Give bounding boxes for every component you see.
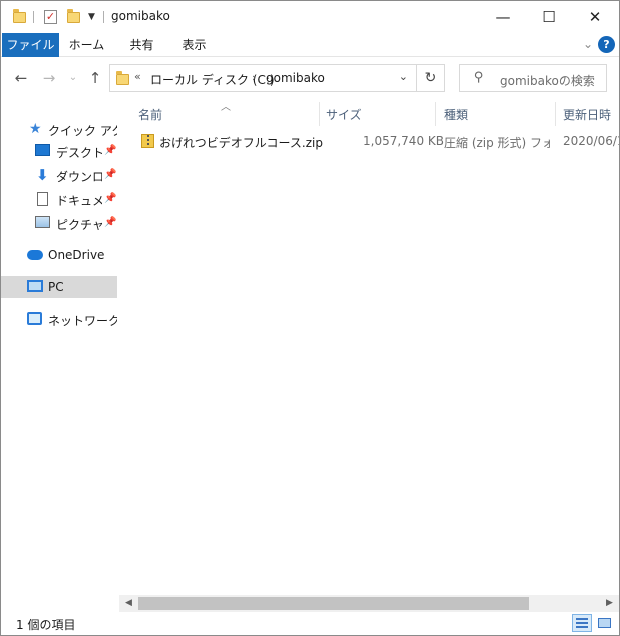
nav-item-documents[interactable]: ドキュメント 📌 bbox=[1, 188, 117, 210]
tab-file[interactable]: ファイル bbox=[2, 33, 59, 57]
download-icon: ⬇ bbox=[36, 166, 49, 184]
details-view-button[interactable] bbox=[572, 614, 592, 632]
search-box[interactable]: ⚲ gomibakoの検索 bbox=[459, 64, 607, 92]
ribbon: ファイル ホーム 共有 表示 ⌄ ? bbox=[1, 33, 619, 57]
column-header-size[interactable]: サイズ bbox=[326, 104, 362, 126]
nav-label: ネットワーク bbox=[48, 314, 117, 328]
column-divider[interactable] bbox=[555, 102, 556, 126]
nav-label: PC bbox=[48, 280, 64, 294]
recent-locations-icon[interactable]: ⌄ bbox=[63, 68, 83, 88]
separator bbox=[33, 11, 34, 23]
tab-view[interactable]: 表示 bbox=[167, 33, 222, 57]
nav-item-pictures[interactable]: ピクチャ 📌 bbox=[1, 212, 117, 234]
nav-label: ピクチャ bbox=[56, 218, 102, 232]
file-name: おげれつビデオフルコース.zip bbox=[159, 136, 323, 150]
window-title: gomibako bbox=[111, 9, 170, 23]
column-header-name[interactable]: 名前 bbox=[138, 104, 162, 126]
zip-folder-icon bbox=[141, 134, 154, 148]
nav-label: クイック アクセス bbox=[48, 124, 117, 138]
folder-icon bbox=[13, 8, 26, 25]
chevron-right-icon[interactable]: › bbox=[252, 71, 256, 84]
large-icons-view-icon bbox=[598, 618, 611, 628]
folder-icon bbox=[116, 71, 129, 85]
address-bar[interactable]: « ローカル ディスク (C:) › gomibako ⌄ bbox=[109, 64, 417, 92]
tab-share[interactable]: 共有 bbox=[114, 33, 169, 57]
file-modified: 2020/06/15 bbox=[563, 134, 619, 148]
large-icons-view-button[interactable] bbox=[594, 614, 614, 632]
nav-item-network[interactable]: ネットワーク bbox=[1, 308, 117, 330]
help-icon[interactable]: ? bbox=[598, 36, 615, 53]
star-icon: ★ bbox=[29, 121, 42, 137]
navigation-pane: ★ クイック アクセス デスクトップ 📌 ⬇ ダウンロード 📌 ドキュメント 📌… bbox=[1, 98, 117, 608]
scroll-right-icon[interactable]: ▶ bbox=[601, 597, 618, 610]
desktop-icon bbox=[35, 144, 51, 158]
refresh-button[interactable]: ↻ bbox=[417, 64, 445, 92]
status-bar: 1 個の項目 bbox=[1, 612, 619, 635]
search-placeholder: gomibakoの検索 bbox=[500, 74, 595, 88]
new-folder-icon[interactable] bbox=[67, 8, 80, 25]
file-size: 1,057,740 KB bbox=[363, 134, 444, 148]
pin-icon: 📌 bbox=[104, 145, 117, 156]
nav-label: ドキュメント bbox=[56, 194, 102, 208]
nav-label: デスクトップ bbox=[56, 146, 102, 160]
pin-icon: 📌 bbox=[104, 217, 117, 228]
scrollbar-thumb[interactable] bbox=[138, 597, 529, 610]
column-header-type[interactable]: 種類 bbox=[444, 104, 468, 126]
column-divider[interactable] bbox=[319, 102, 320, 126]
details-view-icon bbox=[576, 618, 588, 628]
ribbon-expand-icon[interactable]: ⌄ bbox=[583, 37, 593, 51]
forward-icon[interactable]: → bbox=[39, 68, 59, 88]
computer-icon bbox=[27, 280, 43, 294]
separator bbox=[103, 11, 104, 23]
nav-item-downloads[interactable]: ⬇ ダウンロード 📌 bbox=[1, 164, 117, 186]
overflow-icon[interactable]: « bbox=[134, 70, 141, 83]
file-type: 圧縮 (zip 形式) フォルダー bbox=[444, 136, 550, 150]
breadcrumb-gomibako[interactable]: gomibako bbox=[266, 71, 325, 85]
file-list: ︿ 名前 サイズ 種類 更新日時 おげれつビデオフルコース.zip 1,057,… bbox=[123, 98, 619, 594]
nav-label: ダウンロード bbox=[56, 170, 102, 184]
pin-icon: 📌 bbox=[104, 169, 117, 180]
sort-ascending-icon: ︿ bbox=[221, 102, 231, 113]
search-icon: ⚲ bbox=[474, 70, 484, 85]
minimize-button[interactable]: — bbox=[480, 1, 526, 33]
explorer-window: ✓ ▼ gomibako — ☐ ✕ ファイル ホーム 共有 表示 ⌄ ? ← … bbox=[0, 0, 620, 636]
nav-item-pc[interactable]: PC bbox=[1, 276, 117, 298]
up-icon[interactable]: ↑ bbox=[85, 68, 105, 88]
maximize-button[interactable]: ☐ bbox=[526, 1, 572, 33]
cloud-icon bbox=[27, 250, 43, 264]
column-header-modified[interactable]: 更新日時 bbox=[563, 104, 611, 126]
item-count: 1 個の項目 bbox=[16, 618, 76, 632]
nav-label: OneDrive bbox=[48, 248, 105, 262]
nav-item-onedrive[interactable]: OneDrive bbox=[1, 244, 117, 266]
close-button[interactable]: ✕ bbox=[572, 1, 618, 33]
network-icon bbox=[27, 312, 43, 326]
file-row[interactable]: おげれつビデオフルコース.zip 1,057,740 KB 圧縮 (zip 形式… bbox=[131, 130, 619, 152]
nav-item-desktop[interactable]: デスクトップ 📌 bbox=[1, 140, 117, 162]
pictures-icon bbox=[35, 216, 51, 230]
horizontal-scrollbar[interactable]: ◀ ▶ bbox=[119, 595, 619, 612]
customize-toolbar-icon[interactable]: ▼ bbox=[88, 9, 95, 25]
column-divider[interactable] bbox=[435, 102, 436, 126]
pin-icon: 📌 bbox=[104, 193, 117, 204]
title-bar: ✓ ▼ gomibako — ☐ ✕ bbox=[1, 1, 619, 33]
document-icon bbox=[37, 192, 53, 206]
chevron-down-icon[interactable]: ⌄ bbox=[399, 70, 408, 83]
properties-icon[interactable]: ✓ bbox=[44, 9, 57, 25]
scroll-left-icon[interactable]: ◀ bbox=[120, 597, 137, 610]
back-icon[interactable]: ← bbox=[11, 68, 31, 88]
nav-item-quick-access[interactable]: ★ クイック アクセス bbox=[1, 118, 117, 140]
tab-home[interactable]: ホーム bbox=[59, 33, 114, 57]
navigation-bar: ← → ⌄ ↑ « ローカル ディスク (C:) › gomibako ⌄ ↻ … bbox=[1, 58, 619, 98]
